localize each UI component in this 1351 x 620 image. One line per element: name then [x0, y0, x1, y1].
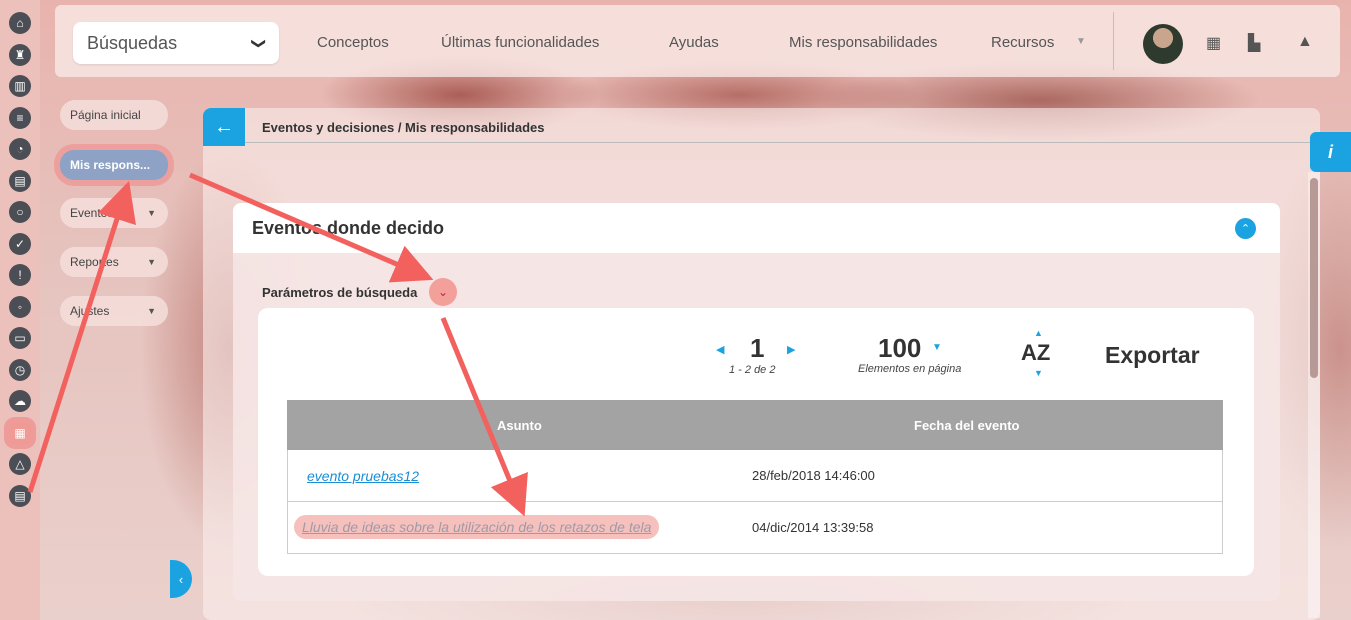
back-button[interactable]: ← — [203, 108, 245, 146]
current-page: 1 — [750, 333, 765, 363]
submenu-eventos[interactable]: Eventos ▼ — [60, 198, 168, 228]
nav-mis-responsabilidades[interactable]: Mis responsabilidades — [789, 34, 937, 51]
next-page-icon[interactable]: ▶ — [787, 343, 795, 356]
event-link[interactable]: evento pruebas12 — [307, 468, 419, 484]
nav-conceptos[interactable]: Conceptos — [317, 34, 389, 51]
sort-down-icon[interactable]: ▼ — [1034, 368, 1043, 378]
breadcrumb-divider — [245, 142, 1320, 143]
event-date: 28/feb/2018 14:46:00 — [752, 468, 875, 483]
submenu-label: Reportes — [70, 255, 119, 269]
search-select[interactable]: Búsquedas ❯ — [73, 22, 279, 64]
caret-down-icon: ▼ — [147, 257, 156, 267]
app-icon-rail: ⌂ ♜ ▥ ≡ ◔ ▤ ○ ✓ ! ◦ ▭ ◷ ☁ ▦ △ ▤ — [0, 0, 40, 620]
grid-header: Asunto Fecha del evento — [287, 400, 1223, 450]
submenu-label: Mis respons... — [70, 158, 151, 172]
search-select-value: Búsquedas — [87, 32, 178, 53]
nav-recursos[interactable]: Recursos — [991, 34, 1054, 51]
cloud-icon[interactable]: ☁ — [9, 390, 31, 412]
bar-chart-icon[interactable]: ▥ — [9, 75, 31, 97]
card-title: Eventos donde decido — [252, 218, 445, 238]
scrollbar-thumb[interactable] — [1310, 178, 1318, 378]
chess-rook-icon[interactable]: ♜ — [9, 43, 31, 66]
monitor-icon[interactable]: ▭ — [9, 327, 31, 349]
pie-chart-icon[interactable]: ◔ — [9, 138, 31, 160]
home-icon[interactable]: ⌂ — [9, 12, 31, 34]
items-per-page-label: Elementos en página — [858, 363, 962, 375]
avatar[interactable] — [1143, 24, 1183, 64]
table-row[interactable]: Lluvia de ideas sobre la utilización de … — [287, 502, 1223, 554]
check-circle-icon[interactable]: ✓ — [9, 232, 31, 255]
column-header-fecha[interactable]: Fecha del evento — [914, 418, 1019, 433]
align-icon[interactable]: ≡ — [9, 106, 31, 129]
warning-icon[interactable]: ! — [9, 264, 31, 286]
column-header-asunto[interactable]: Asunto — [497, 418, 542, 433]
items-per-page-value[interactable]: 100 — [878, 333, 921, 364]
table-row[interactable]: evento pruebas12 28/feb/2018 14:46:00 — [287, 450, 1223, 502]
clock-icon[interactable]: ◷ — [9, 358, 31, 381]
event-link[interactable]: Lluvia de ideas sobre la utilización de … — [294, 515, 660, 539]
document-icon[interactable]: ▤ — [9, 169, 31, 192]
bell-icon[interactable]: ▲ — [1297, 33, 1313, 51]
sort-button[interactable]: AZ — [1021, 340, 1050, 366]
breadcrumb: Eventos y decisiones / Mis responsabilid… — [262, 120, 545, 135]
expand-params-button[interactable]: ⌄ — [429, 278, 457, 306]
submenu-label: Página inicial — [70, 108, 141, 122]
caret-down-icon: ▼ — [147, 306, 156, 316]
list-document-icon[interactable]: ▤ — [9, 484, 31, 507]
caret-down-icon[interactable]: ▼ — [932, 342, 942, 353]
caret-down-icon[interactable]: ▼ — [1076, 36, 1086, 47]
nav-ayudas[interactable]: Ayudas — [669, 34, 719, 51]
submenu-pagina-inicial[interactable]: Página inicial — [60, 100, 168, 130]
info-button[interactable]: i — [1310, 132, 1351, 172]
collapse-card-button[interactable]: ⌃ — [1235, 218, 1256, 239]
submenu-label: Eventos — [70, 206, 114, 220]
cycle-icon[interactable]: ○ — [9, 201, 31, 223]
submenu-label: Ajustes — [70, 304, 110, 318]
calendar-icon[interactable]: ▦ — [1206, 33, 1221, 53]
toggle-icon[interactable]: ◦ — [9, 295, 31, 318]
submenu-reportes[interactable]: Reportes ▼ — [60, 247, 168, 277]
sort-up-icon[interactable]: ▲ — [1034, 328, 1043, 338]
search-params-label[interactable]: Parámetros de búsqueda — [262, 285, 417, 300]
submenu-ajustes[interactable]: Ajustes ▼ — [60, 296, 168, 326]
network-icon[interactable]: △ — [9, 453, 31, 475]
submenu-mis-responsabilidades[interactable]: Mis respons... — [60, 150, 168, 180]
prev-page-icon[interactable]: ◀ — [716, 343, 724, 356]
nav-ultimas-funcionalidades[interactable]: Últimas funcionalidades — [441, 34, 599, 51]
calendar-icon[interactable]: ▦ — [9, 421, 31, 444]
event-date: 04/dic/2014 13:39:58 — [752, 520, 874, 535]
library-icon[interactable]: ▙ — [1248, 33, 1260, 53]
chevron-down-icon: ❯ — [251, 37, 268, 49]
caret-down-icon: ▼ — [147, 208, 156, 218]
top-divider — [1113, 12, 1114, 70]
export-button[interactable]: Exportar — [1105, 342, 1200, 369]
page-range: 1 - 2 de 2 — [729, 364, 776, 376]
